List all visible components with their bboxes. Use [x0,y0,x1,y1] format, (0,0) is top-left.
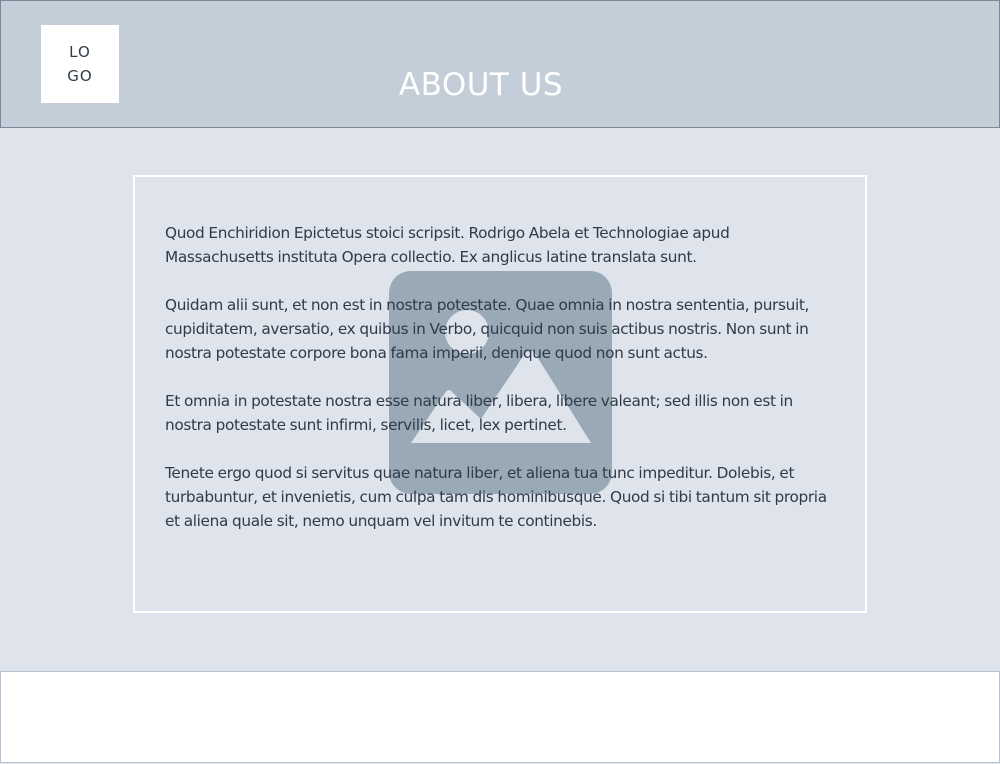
page-header: LOGO ABOUT US [0,0,1000,128]
paragraph: Et omnia in potestate nostra esse natura… [165,392,793,434]
about-text: Quod Enchiridion Epictetus stoici scrips… [165,221,833,557]
logo[interactable]: LOGO [41,25,119,103]
paragraph: Quod Enchiridion Epictetus stoici scrips… [165,224,730,266]
logo-text: LOGO [67,43,93,85]
about-content-box: Quod Enchiridion Epictetus stoici scrips… [133,175,867,613]
page-title: ABOUT US [398,66,564,103]
page-footer [0,671,1000,763]
paragraph: Quidam alii sunt, et non est in nostra p… [165,296,810,362]
paragraph: Tenete ergo quod si servitus quae natura… [165,464,827,530]
